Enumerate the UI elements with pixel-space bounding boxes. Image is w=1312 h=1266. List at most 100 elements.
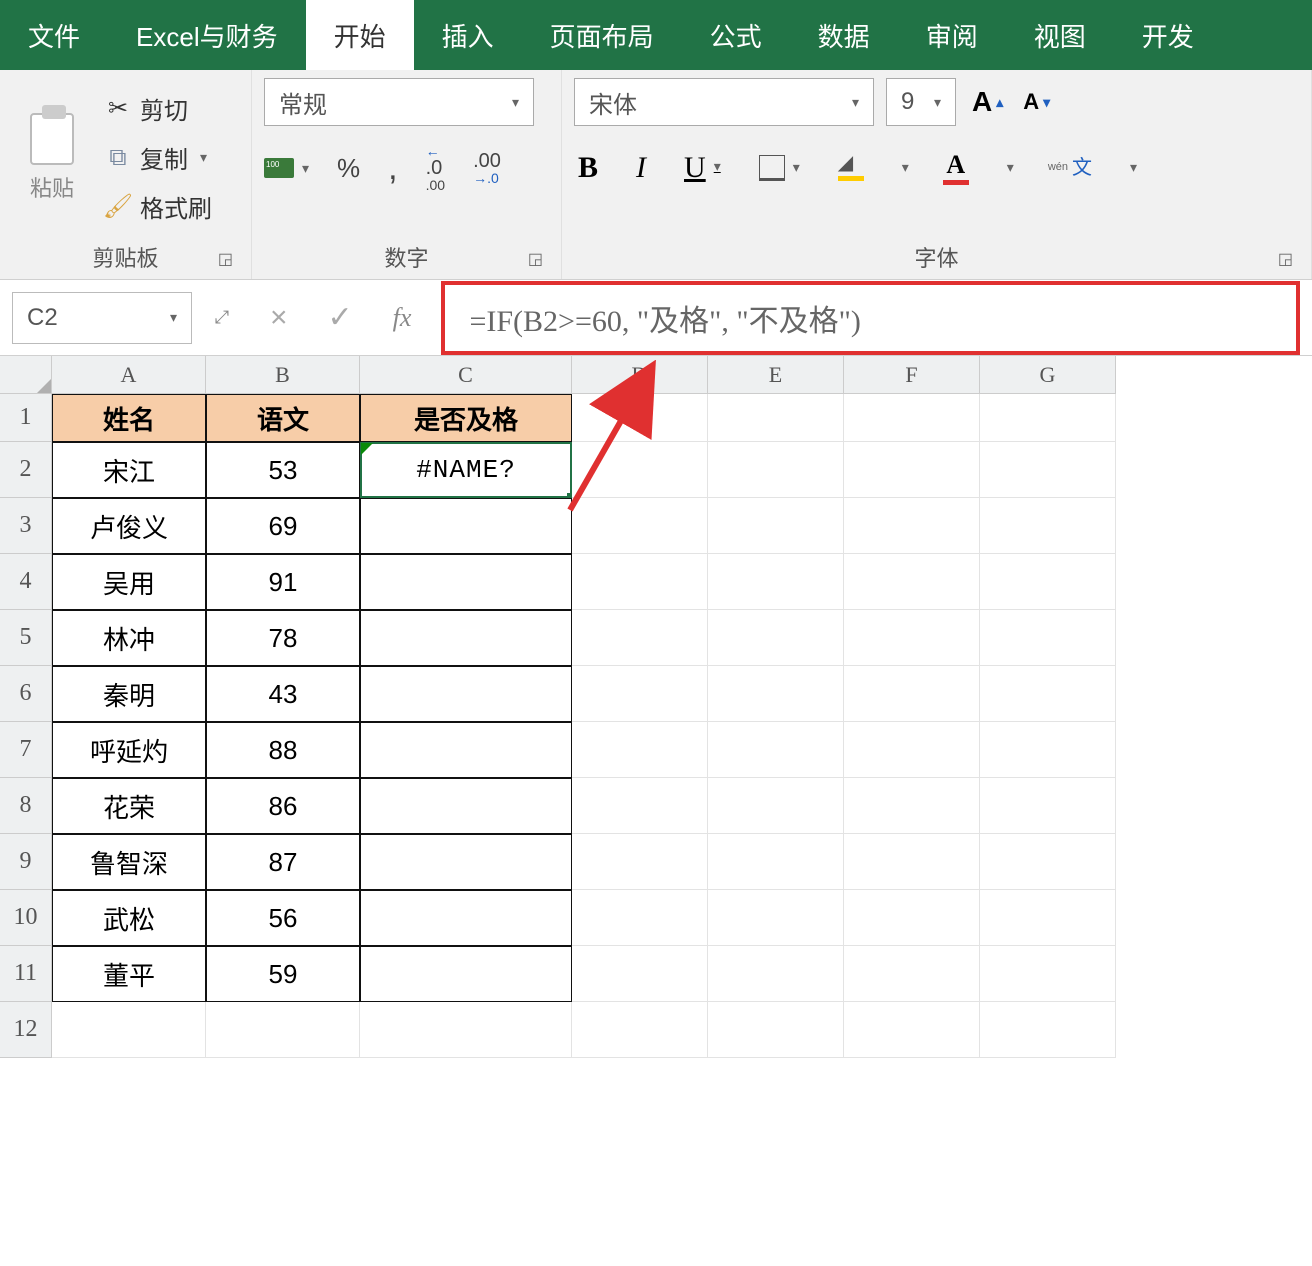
row-header-9[interactable]: 9 <box>0 834 52 890</box>
phonetic-guide-button[interactable]: wén 文 <box>1044 154 1096 182</box>
col-header-d[interactable]: D <box>572 356 708 394</box>
cell-a10[interactable]: 武松 <box>52 890 206 946</box>
chevron-down-icon[interactable]: ▾ <box>902 159 909 176</box>
cell-c2[interactable]: #NAME? <box>360 442 572 498</box>
cell-c6[interactable] <box>360 666 572 722</box>
cell-f7[interactable] <box>844 722 980 778</box>
percent-button[interactable]: % <box>337 153 360 184</box>
cell-b2[interactable]: 53 <box>206 442 360 498</box>
cell-g5[interactable] <box>980 610 1116 666</box>
cell-f5[interactable] <box>844 610 980 666</box>
cell-g12[interactable] <box>980 1002 1116 1058</box>
underline-button[interactable]: U ▾ <box>680 147 725 189</box>
cell-e6[interactable] <box>708 666 844 722</box>
cell-e4[interactable] <box>708 554 844 610</box>
row-header-5[interactable]: 5 <box>0 610 52 666</box>
cell-b7[interactable]: 88 <box>206 722 360 778</box>
cell-g4[interactable] <box>980 554 1116 610</box>
tab-review[interactable]: 审阅 <box>898 0 1006 70</box>
cell-b9[interactable]: 87 <box>206 834 360 890</box>
cell-d1[interactable] <box>572 394 708 442</box>
cell-a7[interactable]: 呼延灼 <box>52 722 206 778</box>
tab-insert[interactable]: 插入 <box>414 0 522 70</box>
row-header-4[interactable]: 4 <box>0 554 52 610</box>
tab-page-layout[interactable]: 页面布局 <box>522 0 682 70</box>
name-box[interactable]: C2 ▾ <box>12 292 192 344</box>
cell-d9[interactable] <box>572 834 708 890</box>
cell-e2[interactable] <box>708 442 844 498</box>
chevron-down-icon[interactable]: ▾ <box>1130 159 1137 176</box>
cell-g11[interactable] <box>980 946 1116 1002</box>
cell-e12[interactable] <box>708 1002 844 1058</box>
comma-button[interactable]: , <box>388 149 397 188</box>
cell-f10[interactable] <box>844 890 980 946</box>
cell-e5[interactable] <box>708 610 844 666</box>
cell-a5[interactable]: 林冲 <box>52 610 206 666</box>
cell-a6[interactable]: 秦明 <box>52 666 206 722</box>
row-header-11[interactable]: 11 <box>0 946 52 1002</box>
cell-c8[interactable] <box>360 778 572 834</box>
cell-g2[interactable] <box>980 442 1116 498</box>
col-header-g[interactable]: G <box>980 356 1116 394</box>
tab-formulas[interactable]: 公式 <box>682 0 790 70</box>
cell-f11[interactable] <box>844 946 980 1002</box>
cell-c1[interactable]: 是否及格 <box>360 394 572 442</box>
cell-g1[interactable] <box>980 394 1116 442</box>
cell-g7[interactable] <box>980 722 1116 778</box>
col-header-c[interactable]: C <box>360 356 572 394</box>
row-header-10[interactable]: 10 <box>0 890 52 946</box>
cell-e7[interactable] <box>708 722 844 778</box>
row-header-1[interactable]: 1 <box>0 394 52 442</box>
select-all-corner[interactable] <box>0 356 52 394</box>
paste-button[interactable]: 粘贴 <box>12 78 92 237</box>
cell-d5[interactable] <box>572 610 708 666</box>
cell-b10[interactable]: 56 <box>206 890 360 946</box>
cell-b3[interactable]: 69 <box>206 498 360 554</box>
decrease-font-button[interactable]: A▾ <box>1019 85 1054 119</box>
row-header-7[interactable]: 7 <box>0 722 52 778</box>
font-family-combo[interactable]: 宋体 ▾ <box>574 78 874 126</box>
cell-c4[interactable] <box>360 554 572 610</box>
cell-c5[interactable] <box>360 610 572 666</box>
cell-b5[interactable]: 78 <box>206 610 360 666</box>
col-header-b[interactable]: B <box>206 356 360 394</box>
row-header-8[interactable]: 8 <box>0 778 52 834</box>
cell-g3[interactable] <box>980 498 1116 554</box>
tab-data[interactable]: 数据 <box>790 0 898 70</box>
row-header-3[interactable]: 3 <box>0 498 52 554</box>
cell-a2[interactable]: 宋江 <box>52 442 206 498</box>
cell-c12[interactable] <box>360 1002 572 1058</box>
increase-decimal-button[interactable]: ←.0.00 <box>426 144 445 192</box>
col-header-a[interactable]: A <box>52 356 206 394</box>
cell-b1[interactable]: 语文 <box>206 394 360 442</box>
copy-button[interactable]: ⧉ 复制 ▾ <box>100 138 216 177</box>
chevron-down-icon[interactable]: ▾ <box>1007 159 1014 176</box>
cell-b12[interactable] <box>206 1002 360 1058</box>
cell-f4[interactable] <box>844 554 980 610</box>
cell-c3[interactable] <box>360 498 572 554</box>
cell-a1[interactable]: 姓名 <box>52 394 206 442</box>
cell-c10[interactable] <box>360 890 572 946</box>
cancel-formula-button[interactable]: × <box>270 301 288 335</box>
border-button[interactable]: ▾ <box>755 151 804 185</box>
cell-b6[interactable]: 43 <box>206 666 360 722</box>
cell-f3[interactable] <box>844 498 980 554</box>
tab-file[interactable]: 文件 <box>0 0 108 70</box>
cut-button[interactable]: ✂ 剪切 <box>100 89 216 128</box>
cell-b8[interactable]: 86 <box>206 778 360 834</box>
cell-d3[interactable] <box>572 498 708 554</box>
formula-input[interactable]: =IF(B2>=60, "及格", "不及格") <box>441 281 1300 355</box>
italic-button[interactable]: I <box>632 147 650 189</box>
chevron-down-icon[interactable]: ▾ <box>170 309 177 326</box>
cell-d6[interactable] <box>572 666 708 722</box>
cell-a3[interactable]: 卢俊义 <box>52 498 206 554</box>
cell-e9[interactable] <box>708 834 844 890</box>
cell-c11[interactable] <box>360 946 572 1002</box>
tab-excel-finance[interactable]: Excel与财务 <box>108 0 306 70</box>
font-color-button[interactable]: A <box>939 146 973 189</box>
dialog-launcher-icon[interactable]: ◲ <box>1278 249 1293 269</box>
cell-a9[interactable]: 鲁智深 <box>52 834 206 890</box>
cell-d7[interactable] <box>572 722 708 778</box>
cell-a4[interactable]: 吴用 <box>52 554 206 610</box>
format-painter-button[interactable]: 🖌 格式刷 <box>100 187 216 226</box>
